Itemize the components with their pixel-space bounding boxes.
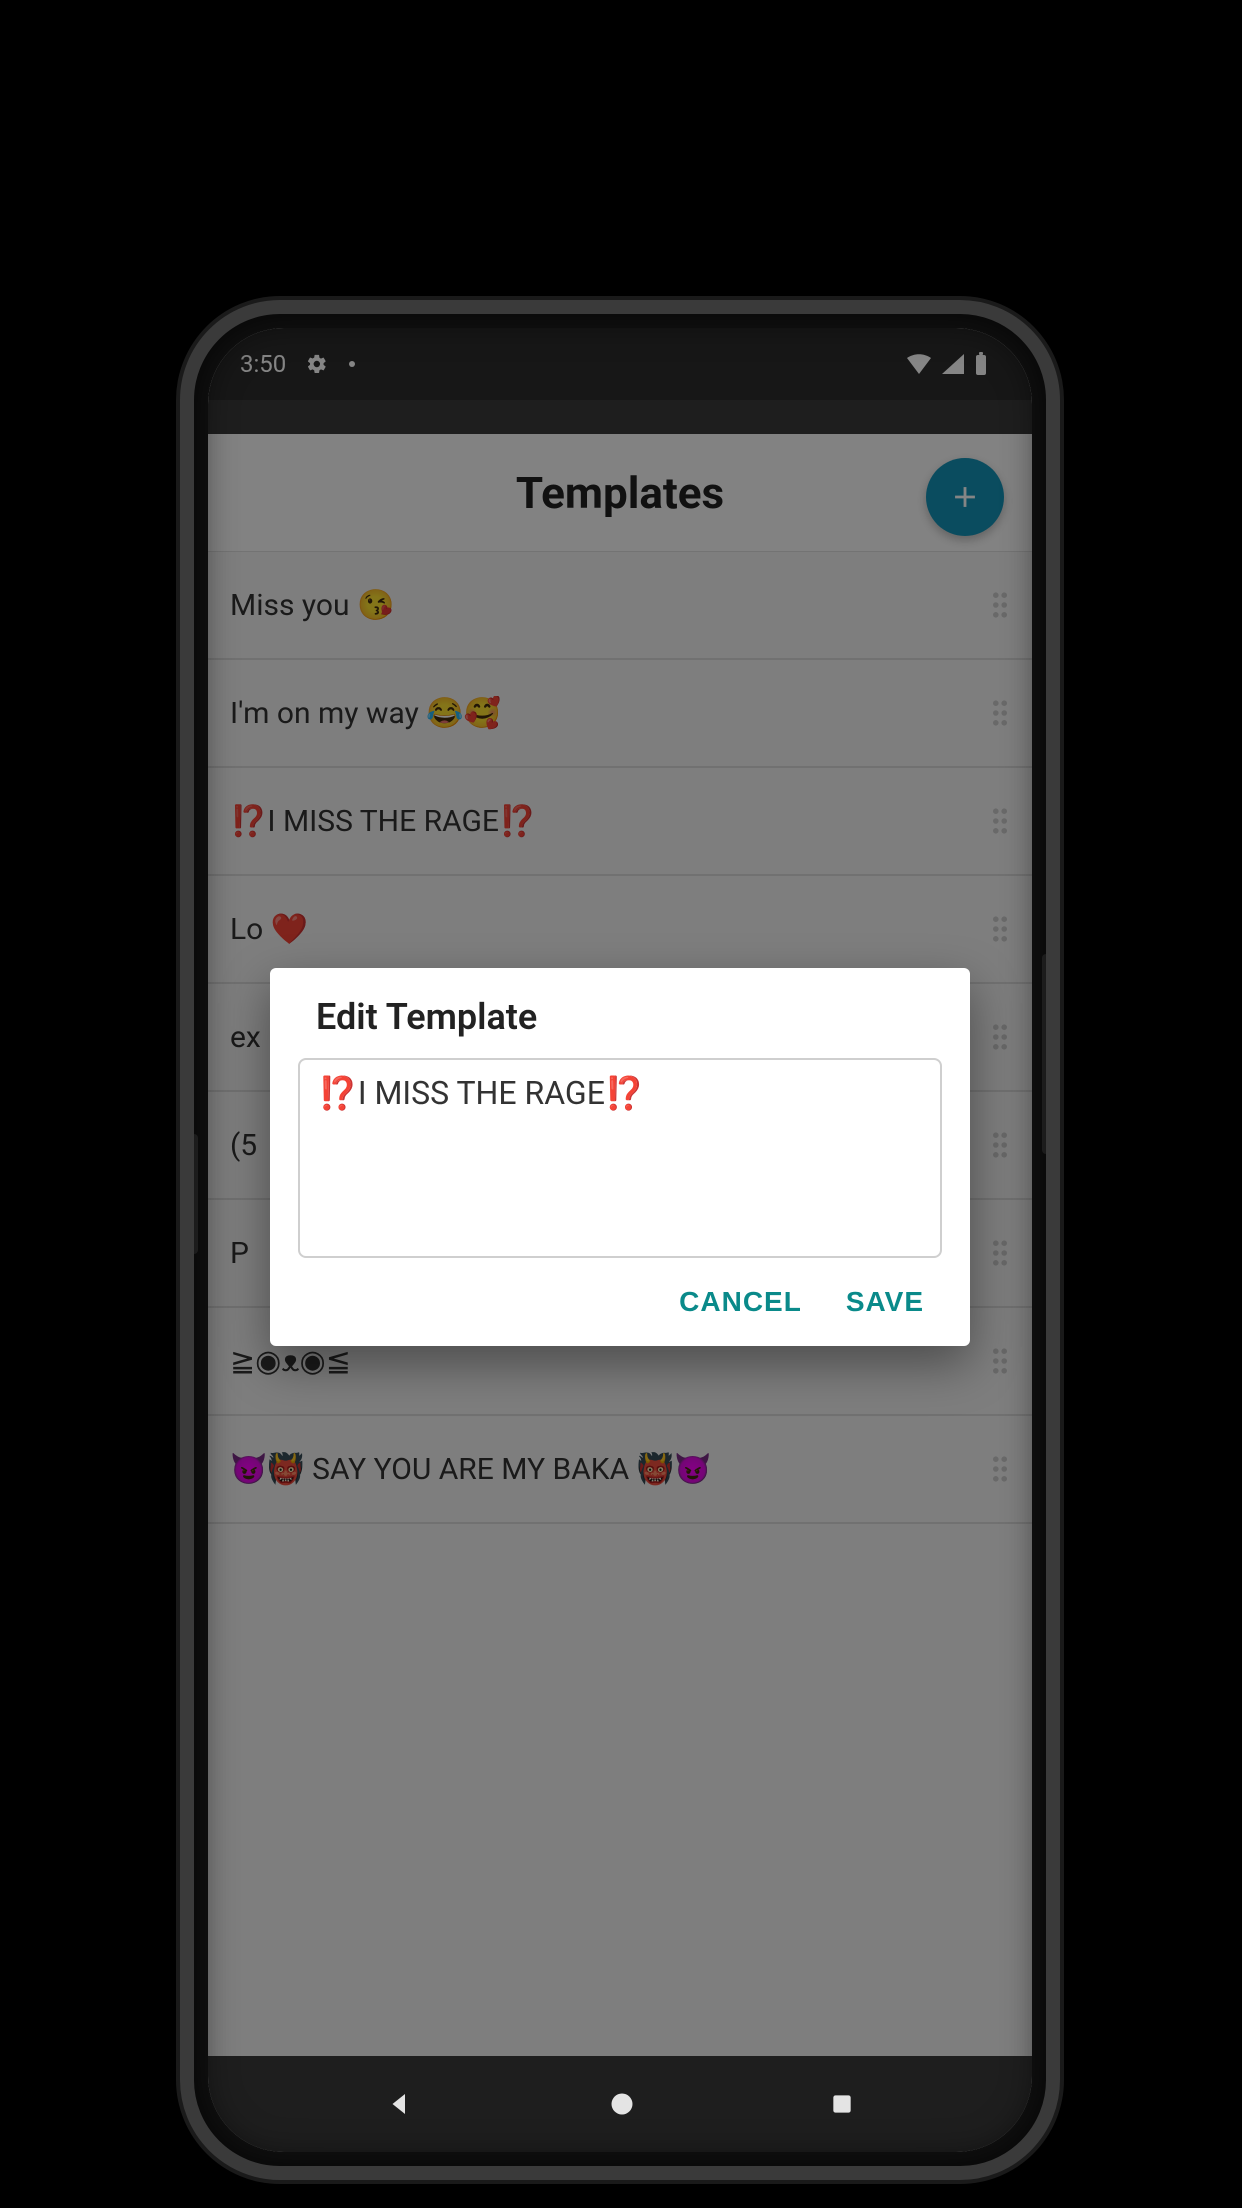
cancel-button[interactable]: CANCEL	[679, 1286, 802, 1318]
edit-template-dialog: Edit Template CANCEL SAVE	[270, 968, 970, 1346]
phone-frame: 3:50	[180, 300, 1060, 2180]
home-icon[interactable]	[608, 2090, 636, 2118]
template-text-input[interactable]	[298, 1058, 942, 1258]
back-icon[interactable]	[385, 2089, 415, 2119]
dialog-actions: CANCEL SAVE	[298, 1262, 942, 1328]
power-button	[1042, 954, 1052, 1154]
dialog-title: Edit Template	[316, 996, 942, 1038]
save-button[interactable]: SAVE	[846, 1286, 924, 1318]
recents-icon[interactable]	[829, 2091, 855, 2117]
screen: 3:50	[208, 328, 1032, 2152]
volume-button	[188, 1134, 198, 1254]
android-nav-bar	[208, 2056, 1032, 2152]
